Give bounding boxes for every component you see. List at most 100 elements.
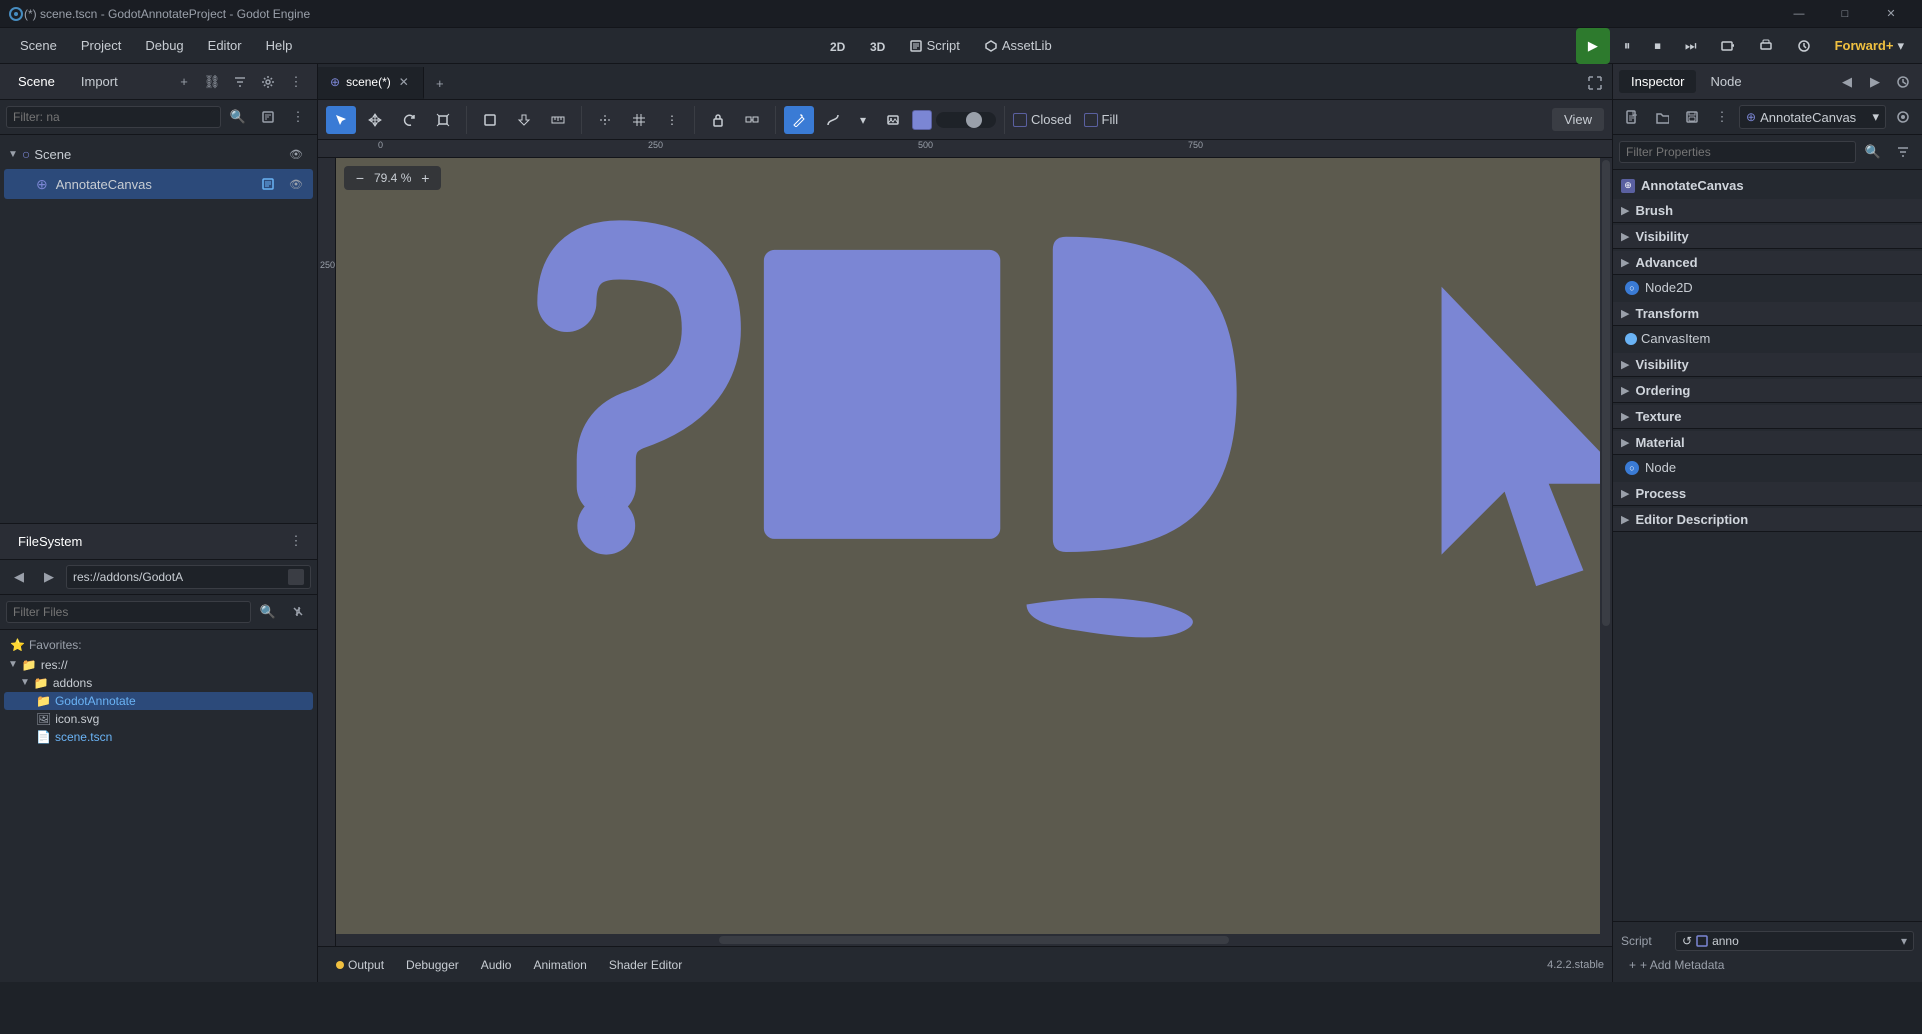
menu-project[interactable]: Project [69, 34, 133, 57]
view-button[interactable]: View [1552, 108, 1604, 131]
script-reload-btn[interactable]: ↺ [1682, 934, 1692, 948]
remote-debug-button[interactable] [1749, 28, 1783, 64]
movie-button[interactable] [1711, 28, 1745, 64]
visibility2-section-header[interactable]: ▶ Visibility [1613, 353, 1922, 377]
script-value[interactable]: ↺ anno ▾ [1675, 931, 1914, 951]
bottom-tab-shader-editor[interactable]: Shader Editor [599, 954, 692, 976]
pencil-tool-btn[interactable] [784, 106, 814, 134]
editor-tab-close[interactable]: ✕ [397, 75, 411, 89]
add-metadata-btn[interactable]: + + Add Metadata [1621, 954, 1914, 976]
texture-section-header[interactable]: ▶ Texture [1613, 405, 1922, 429]
tab-import[interactable]: Import [71, 70, 128, 93]
curve-tool-btn[interactable] [818, 106, 848, 134]
link-button[interactable]: ⛓ [199, 69, 225, 95]
fill-toggle[interactable]: Fill [1084, 112, 1119, 127]
fs-search-btn[interactable]: 🔍 [255, 599, 281, 625]
grid-btn[interactable] [624, 106, 654, 134]
fs-item-icon[interactable]: 🖼 icon.svg [4, 710, 313, 728]
close-button[interactable]: ✕ [1868, 0, 1914, 28]
script-dropdown[interactable]: ▾ [1901, 934, 1907, 948]
advanced-section-header[interactable]: ▶ Advanced [1613, 251, 1922, 275]
color-picker-btn[interactable] [912, 110, 932, 130]
lock-btn[interactable] [703, 106, 733, 134]
tab-filesystem[interactable]: FileSystem [8, 530, 92, 553]
scene-filter-input[interactable] [6, 106, 221, 128]
fs-item-godotannotate[interactable]: 📁 GodotAnnotate [4, 692, 313, 710]
scene-settings-button[interactable] [255, 69, 281, 95]
bottom-tab-animation[interactable]: Animation [523, 954, 596, 976]
menu-help[interactable]: Help [254, 34, 305, 57]
fs-sort-btn[interactable] [285, 599, 311, 625]
new-file-btn[interactable] [1619, 104, 1645, 130]
closed-toggle[interactable]: Closed [1013, 112, 1071, 127]
fs-forward-btn[interactable]: ▶ [36, 564, 62, 590]
material-section-header[interactable]: ▶ Material [1613, 431, 1922, 455]
annotatecanvas-header[interactable]: ⊕ AnnotateCanvas [1613, 174, 1922, 197]
editor-fullscreen-btn[interactable] [1582, 70, 1608, 96]
image-tool-btn[interactable] [878, 106, 908, 134]
object-picker-btn[interactable] [1890, 104, 1916, 130]
fs-path-bar[interactable]: res://addons/GodotA [66, 565, 311, 589]
rotate-tool-btn[interactable] [394, 106, 424, 134]
select-tool-btn[interactable] [326, 106, 356, 134]
inspector-more-btn[interactable]: ⋮ [1709, 104, 1735, 130]
tree-item-scene[interactable]: ▼ ○ Scene 👁 [4, 139, 313, 169]
deploy-with-remote-button[interactable] [1787, 28, 1821, 64]
brush-size-slider[interactable] [936, 112, 996, 128]
filter-options-btn[interactable] [1890, 139, 1916, 165]
editor-tab-scene[interactable]: ⊕ scene(*) ✕ [318, 67, 424, 99]
ordering-section-header[interactable]: ▶ Ordering [1613, 379, 1922, 403]
editor-tab-add-btn[interactable]: + [424, 67, 456, 99]
toolbar-script-btn[interactable]: Script [899, 28, 970, 64]
step-button[interactable]: ⏭ [1675, 28, 1707, 64]
canvasitem-header[interactable]: CanvasItem [1621, 328, 1914, 349]
pan-tool-btn[interactable] [509, 106, 539, 134]
filter-search-btn[interactable]: 🔍 [1860, 139, 1886, 165]
maximize-button[interactable]: □ [1822, 0, 1868, 28]
v-scrollbar-thumb[interactable] [1602, 160, 1610, 626]
bottom-tab-output[interactable]: Output [326, 954, 394, 976]
h-scrollbar-thumb[interactable] [719, 936, 1229, 944]
scene-search-button[interactable]: 🔍 [225, 104, 251, 130]
closed-checkbox[interactable] [1013, 113, 1027, 127]
toolbar-3d-btn[interactable]: 3D [859, 28, 895, 64]
annotatecanvas-script-btn[interactable] [255, 171, 281, 197]
h-scrollbar[interactable] [336, 934, 1612, 946]
editor-description-section-header[interactable]: ▶ Editor Description [1613, 508, 1922, 532]
visibility-section-header[interactable]: ▶ Visibility [1613, 225, 1922, 249]
menu-debug[interactable]: Debug [133, 34, 195, 57]
fs-filter-input[interactable] [6, 601, 251, 623]
move-tool-btn[interactable] [360, 106, 390, 134]
more-options-button[interactable]: ⋮ [283, 69, 309, 95]
fs-item-scene[interactable]: 📄 scene.tscn [4, 728, 313, 746]
fill-checkbox[interactable] [1084, 113, 1098, 127]
tab-scene[interactable]: Scene [8, 70, 65, 93]
annotatecanvas-visibility-btn[interactable]: 👁 [283, 171, 309, 197]
scene-list-btn[interactable]: ⋮ [285, 104, 311, 130]
inspector-history-btn[interactable] [1890, 69, 1916, 95]
menu-scene[interactable]: Scene [8, 34, 69, 57]
select-mode-btn[interactable] [475, 106, 505, 134]
stop-button[interactable]: ⏹ [1644, 28, 1671, 64]
play-button[interactable]: ▶ [1576, 28, 1610, 64]
curve-mode-dropdown[interactable]: ▾ [852, 106, 874, 134]
v-scrollbar[interactable] [1600, 158, 1612, 934]
snap-btn[interactable] [590, 106, 620, 134]
node-header[interactable]: ○ Node [1621, 457, 1914, 478]
menu-editor[interactable]: Editor [196, 34, 254, 57]
pause-button[interactable]: ⏸ [1614, 28, 1641, 64]
toolbar-2d-btn[interactable]: 2D [819, 28, 855, 64]
scene-visibility-btn[interactable]: 👁 [283, 141, 309, 167]
scale-tool-btn[interactable] [428, 106, 458, 134]
more-tools-btn[interactable]: ⋮ [658, 106, 686, 134]
rulers-btn[interactable] [543, 106, 573, 134]
filesystem-settings-btn[interactable]: ⋮ [283, 528, 309, 554]
scene-filter-button[interactable] [227, 69, 253, 95]
save-file-btn[interactable] [1679, 104, 1705, 130]
renderer-selector[interactable]: Forward+ ▾ [1825, 28, 1914, 64]
inspector-nav-back[interactable]: ◀ [1834, 69, 1860, 95]
brush-section-header[interactable]: ▶ Brush [1613, 199, 1922, 223]
add-node-button[interactable]: + [171, 69, 197, 95]
tab-node[interactable]: Node [1698, 70, 1753, 93]
open-file-btn[interactable] [1649, 104, 1675, 130]
